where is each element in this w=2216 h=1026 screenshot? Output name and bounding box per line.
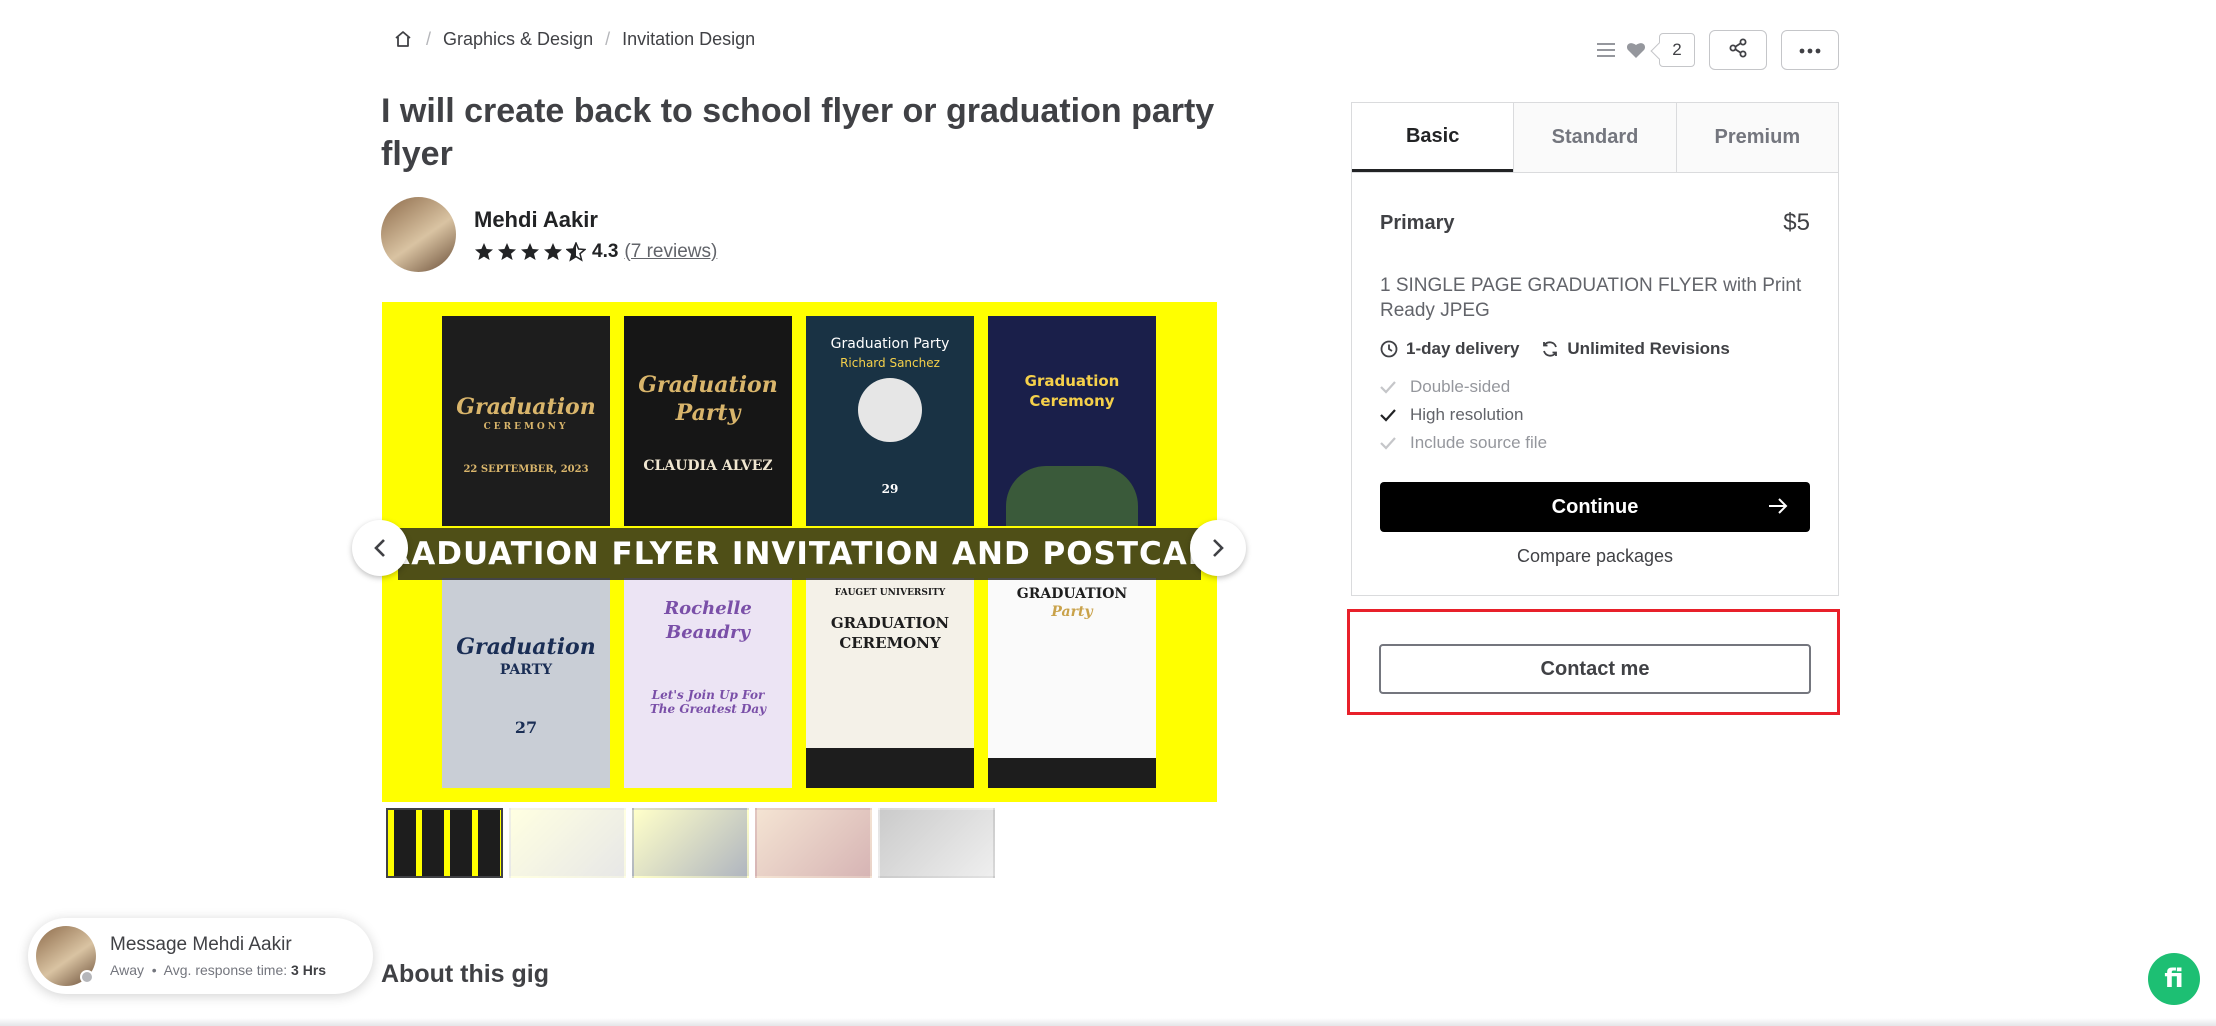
poster-image: Graduation CEREMONY 22 SEPTEMBER, 2023 <box>442 316 610 526</box>
reviews-link[interactable]: (7 reviews) <box>624 241 717 263</box>
star-icon <box>475 242 493 260</box>
favorite-count: 2 <box>1659 33 1695 67</box>
message-seller-widget[interactable]: Message Mehdi Aakir Away • Avg. response… <box>28 918 373 994</box>
poster-image: Rochelle Beaudry Let's Join Up For The G… <box>624 578 792 788</box>
revisions-info: Unlimited Revisions <box>1541 339 1730 359</box>
poster-image: Graduation Party Richard Sanchez 29 <box>806 316 974 526</box>
delivery-info: 1-day delivery <box>1380 339 1519 359</box>
share-icon <box>1728 38 1748 63</box>
tab-standard[interactable]: Standard <box>1513 103 1676 172</box>
check-icon <box>1380 409 1396 422</box>
gallery-thumbnail[interactable] <box>878 808 995 878</box>
half-star-icon <box>566 241 586 262</box>
poster-image: Graduation Ceremony <box>988 316 1156 526</box>
poster-image: Graduation Party CLAUDIA ALVEZ <box>624 316 792 526</box>
clock-icon <box>1380 340 1398 358</box>
fiverr-logo-button[interactable]: fi <box>2148 953 2200 1005</box>
gallery-banner: RADUATION FLYER INVITATION AND POSTCAR <box>398 528 1201 580</box>
compare-packages-link[interactable]: Compare packages <box>1380 546 1810 567</box>
arrow-right-icon <box>1769 498 1788 514</box>
rating-score: 4.3 <box>592 240 619 262</box>
breadcrumb-separator: / <box>426 28 432 49</box>
gallery-thumbnail[interactable] <box>632 808 749 878</box>
package-features: Double-sided High resolution Include sou… <box>1380 373 1810 457</box>
gig-title: I will create back to school flyer or gr… <box>381 92 1215 173</box>
contact-me-button[interactable]: Contact me <box>1379 644 1811 694</box>
revisions-label: Unlimited Revisions <box>1567 339 1730 358</box>
seller-overview: Mehdi Aakir 4.3 (7 reviews) <box>381 197 717 272</box>
gallery-thumbnail[interactable] <box>386 808 503 878</box>
breadcrumb-separator: / <box>605 28 611 49</box>
message-status: Away • Avg. response time: 3 Hrs <box>110 962 327 978</box>
gallery-thumbnail[interactable] <box>755 808 872 878</box>
more-button[interactable] <box>1781 30 1839 70</box>
check-icon <box>1380 437 1396 450</box>
about-heading: About this gig <box>381 960 550 988</box>
menu-icon[interactable] <box>1593 37 1619 63</box>
poster-image: FAUGET UNIVERSITY GRADUATION CEREMONY <box>806 578 974 788</box>
gallery-thumbnail[interactable] <box>509 808 626 878</box>
chevron-right-icon <box>1213 539 1224 557</box>
home-icon[interactable] <box>392 28 414 50</box>
breadcrumb-graphics-design[interactable]: Graphics & Design <box>443 29 593 50</box>
feature-item: High resolution <box>1380 401 1810 429</box>
continue-button[interactable]: Continue <box>1380 482 1810 532</box>
tab-basic[interactable]: Basic <box>1352 103 1514 172</box>
package-meta: 1-day delivery Unlimited Revisions <box>1380 339 1810 359</box>
package-name: Primary <box>1380 211 1455 234</box>
share-button[interactable] <box>1709 30 1767 70</box>
package-price: $5 <box>1783 209 1810 236</box>
more-icon <box>1799 41 1821 59</box>
tab-premium[interactable]: Premium <box>1675 103 1838 172</box>
bottom-shadow <box>0 1018 2216 1026</box>
favorite-group[interactable]: 2 <box>1593 33 1695 67</box>
gallery-next-button[interactable] <box>1190 520 1246 576</box>
rating-stars <box>474 241 586 262</box>
seller-name[interactable]: Mehdi Aakir <box>474 207 717 233</box>
seller-avatar <box>36 926 96 986</box>
chevron-left-icon <box>374 539 385 557</box>
breadcrumb-invitation-design[interactable]: Invitation Design <box>622 29 755 50</box>
feature-item: Include source file <box>1380 429 1810 457</box>
delivery-label: 1-day delivery <box>1406 339 1520 358</box>
message-title: Message Mehdi Aakir <box>110 934 292 955</box>
rating: 4.3 (7 reviews) <box>474 241 717 263</box>
breadcrumb: / Graphics & Design / Invitation Design <box>392 26 755 52</box>
package-tabs: Basic Standard Premium <box>1352 103 1838 173</box>
gig-actions: 2 <box>1593 30 1839 70</box>
gallery-prev-button[interactable] <box>352 520 408 576</box>
star-icon <box>498 242 516 260</box>
check-icon <box>1380 381 1396 394</box>
poster-image: GRADUATION Party <box>988 578 1156 788</box>
feature-item: Double-sided <box>1380 373 1810 401</box>
package-description: 1 SINGLE PAGE GRADUATION FLYER with Prin… <box>1380 275 1802 321</box>
star-icon <box>521 242 539 260</box>
seller-avatar[interactable] <box>381 197 456 272</box>
star-icon <box>544 242 562 260</box>
status-dot <box>80 970 94 984</box>
package-panel: Basic Standard Premium Primary $5 1 SING… <box>1351 102 1839 596</box>
poster-image: Graduation PARTY 27 <box>442 578 610 788</box>
gig-gallery[interactable]: Graduation CEREMONY 22 SEPTEMBER, 2023 G… <box>382 302 1217 802</box>
heart-icon[interactable] <box>1623 37 1649 63</box>
gallery-thumbnails <box>386 808 995 878</box>
contact-highlight: Contact me <box>1347 609 1840 715</box>
refresh-icon <box>1543 341 1558 357</box>
